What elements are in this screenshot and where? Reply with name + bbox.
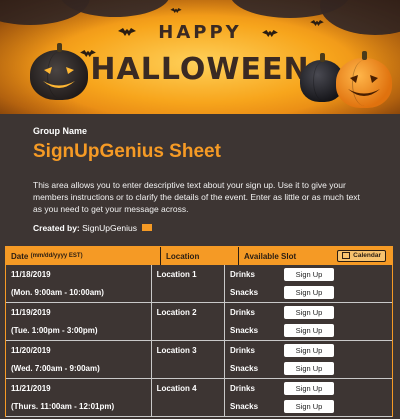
location-cell: Location 3	[152, 341, 225, 378]
date-cell: 11/20/2019 (Wed. 7:00am - 9:00am)	[6, 341, 152, 378]
header-location: Location	[161, 247, 239, 265]
slot-cell: Drinks Sign Up Snacks Sign Up	[225, 341, 392, 378]
signup-button[interactable]: Sign Up	[284, 343, 334, 357]
signup-table: Date (mm/dd/yyyy EST) Location Available…	[5, 246, 393, 417]
table-row: 11/19/2019 (Tue. 1:00pm - 3:00pm) Locati…	[6, 303, 392, 341]
calendar-icon	[342, 252, 351, 260]
slot-label: Drinks	[230, 345, 255, 355]
location-cell: Location 2	[152, 303, 225, 340]
signup-header: Group Name SignUpGenius Sheet This area …	[0, 114, 400, 233]
signup-button[interactable]: Sign Up	[284, 381, 334, 395]
signup-button[interactable]: Sign Up	[284, 400, 334, 414]
banner-title-happy: HAPPY	[158, 22, 242, 43]
sheet-title: SignUpGenius Sheet	[33, 141, 221, 162]
slot-label: Drinks	[230, 307, 255, 317]
created-by: Created by: SignUpGenius	[33, 223, 367, 233]
calendar-button[interactable]: Calendar	[337, 250, 386, 262]
table-row: 11/21/2019 (Thurs. 11:00am - 12:01pm) Lo…	[6, 379, 392, 417]
bat-icon	[170, 8, 182, 13]
date-cell: 11/18/2019 (Mon. 9:00am - 10:00am)	[6, 265, 152, 302]
slot-label: Snacks	[230, 326, 259, 336]
header-slot: Available Slot Calendar	[239, 247, 392, 265]
slot-cell: Drinks Sign Up Snacks Sign Up	[225, 265, 392, 302]
halloween-banner: HAPPY HALLOWEEN	[0, 0, 400, 114]
table-row: 11/20/2019 (Wed. 7:00am - 9:00am) Locati…	[6, 341, 392, 379]
slot-label: Drinks	[230, 383, 255, 393]
description: This area allows you to enter descriptiv…	[33, 180, 360, 214]
created-by-label: Created by:	[33, 223, 80, 233]
header-date: Date (mm/dd/yyyy EST)	[6, 247, 161, 265]
table-header: Date (mm/dd/yyyy EST) Location Available…	[6, 247, 392, 265]
slot-label: Snacks	[230, 402, 259, 412]
table-row: 11/18/2019 (Mon. 9:00am - 10:00am) Locat…	[6, 265, 392, 303]
location-cell: Location 4	[152, 379, 225, 416]
signup-button[interactable]: Sign Up	[284, 362, 334, 376]
signup-button[interactable]: Sign Up	[284, 286, 334, 300]
signup-page: HAPPY HALLOWEEN Group Name SignUpGenius …	[0, 0, 400, 419]
date-cell: 11/21/2019 (Thurs. 11:00am - 12:01pm)	[6, 379, 152, 416]
date-cell: 11/19/2019 (Tue. 1:00pm - 3:00pm)	[6, 303, 152, 340]
slot-label: Drinks	[230, 269, 255, 279]
slot-label: Snacks	[230, 288, 259, 298]
signup-button[interactable]: Sign Up	[284, 324, 334, 338]
pumpkin-icon	[30, 43, 88, 100]
signup-button[interactable]: Sign Up	[284, 267, 334, 281]
slot-label: Snacks	[230, 364, 259, 374]
group-name: Group Name	[33, 126, 88, 136]
email-icon[interactable]	[142, 224, 153, 232]
location-cell: Location 1	[152, 265, 225, 302]
signup-button[interactable]: Sign Up	[284, 305, 334, 319]
slot-cell: Drinks Sign Up Snacks Sign Up	[225, 379, 392, 416]
pumpkin-icon	[336, 51, 392, 108]
creator-name[interactable]: SignUpGenius	[82, 223, 137, 233]
slot-cell: Drinks Sign Up Snacks Sign Up	[225, 303, 392, 340]
